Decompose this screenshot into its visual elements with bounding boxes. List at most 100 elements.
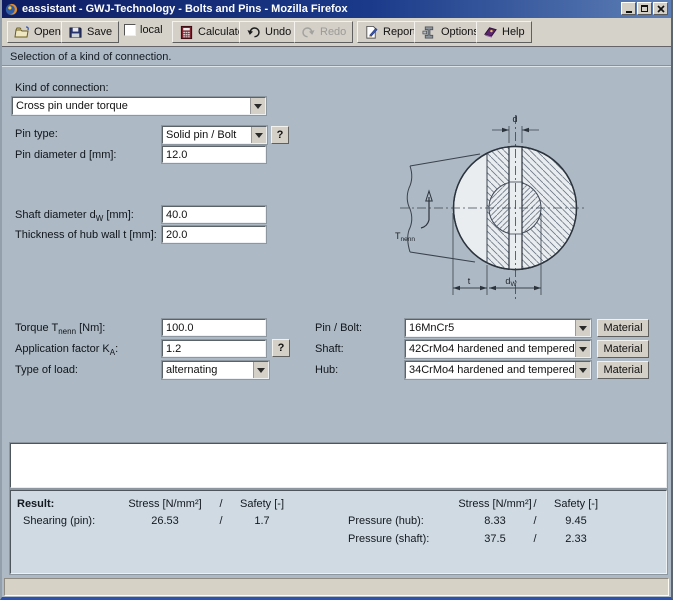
application-factor-label: Application factor KA: bbox=[15, 343, 118, 357]
result-row-label: Shearing (pin): bbox=[23, 515, 95, 527]
redo-label: Redo bbox=[320, 26, 346, 38]
chevron-down-icon[interactable] bbox=[253, 362, 268, 378]
pin-diameter-field[interactable] bbox=[162, 146, 266, 163]
open-button[interactable]: Open bbox=[7, 21, 68, 43]
firefox-logo-icon bbox=[5, 3, 18, 16]
stress-header-right: Stress [N/mm²] bbox=[449, 498, 541, 510]
floppy-disk-icon bbox=[68, 25, 83, 40]
pin-bolt-material-button[interactable]: Material bbox=[597, 319, 649, 337]
minimize-button[interactable] bbox=[621, 2, 636, 15]
hub-material-select[interactable]: 34CrMo4 hardened and tempered bbox=[405, 361, 591, 379]
hub-wall-field[interactable] bbox=[162, 226, 266, 243]
application-factor-help-button[interactable]: ? bbox=[272, 339, 290, 357]
result-row-label: Pressure (shaft): bbox=[348, 533, 429, 545]
message-area[interactable] bbox=[10, 443, 667, 488]
type-of-load-select[interactable]: alternating bbox=[162, 361, 269, 379]
shaft-diameter-label: Shaft diameter dW [mm]: bbox=[15, 209, 134, 223]
pin-type-label: Pin type: bbox=[15, 128, 58, 140]
local-checkbox-row: local bbox=[124, 24, 163, 36]
redo-button[interactable]: Redo bbox=[294, 21, 353, 43]
shaft-material-button[interactable]: Material bbox=[597, 340, 649, 358]
chevron-down-icon[interactable] bbox=[251, 127, 266, 143]
results-panel: Result: Stress [N/mm²] / Safety [-] Stre… bbox=[10, 490, 667, 574]
chevron-down-icon[interactable] bbox=[250, 98, 265, 114]
hub-label: Hub: bbox=[315, 364, 338, 376]
local-checkbox[interactable] bbox=[124, 24, 136, 36]
kind-of-connection-value: Cross pin under torque bbox=[13, 100, 250, 112]
report-label: Report bbox=[383, 26, 416, 38]
shaft-material-select[interactable]: 42CrMo4 hardened and tempered bbox=[405, 340, 591, 358]
close-icon bbox=[657, 5, 665, 13]
application-factor-field[interactable] bbox=[162, 340, 266, 357]
close-button[interactable] bbox=[653, 2, 668, 15]
result-stress-value: 26.53 bbox=[119, 515, 211, 527]
options-label: Options bbox=[441, 26, 479, 38]
undo-label: Undo bbox=[265, 26, 291, 38]
open-folder-icon bbox=[14, 25, 30, 40]
pin-bolt-label: Pin / Bolt: bbox=[315, 322, 362, 334]
shaft-label: Shaft: bbox=[315, 343, 344, 355]
pin-diameter-label: Pin diameter d [mm]: bbox=[15, 149, 116, 161]
pin-type-help-button[interactable]: ? bbox=[271, 126, 289, 144]
result-safety-value: 2.33 bbox=[547, 533, 605, 545]
safety-header-left: Safety [-] bbox=[233, 498, 291, 510]
status-bar bbox=[4, 578, 669, 596]
maximize-button[interactable] bbox=[637, 2, 652, 15]
open-label: Open bbox=[34, 26, 61, 38]
local-checkbox-label: local bbox=[140, 24, 163, 36]
results-title: Result: bbox=[17, 498, 54, 510]
separator: / bbox=[215, 515, 227, 527]
shaft-diameter-field[interactable] bbox=[162, 206, 266, 223]
torque-label: Torque Tnenn [Nm]: bbox=[15, 322, 105, 336]
chevron-down-icon[interactable] bbox=[575, 362, 590, 378]
undo-button[interactable]: Undo bbox=[239, 21, 298, 43]
calculator-icon bbox=[179, 25, 194, 40]
dimension-d-label: d bbox=[512, 114, 517, 124]
pin-bolt-material-select[interactable]: 16MnCr5 bbox=[405, 319, 591, 337]
book-icon bbox=[483, 25, 498, 39]
cross-pin-diagram: d Tnenn t dW bbox=[387, 105, 592, 305]
hub-wall-label: Thickness of hub wall t [mm]: bbox=[15, 229, 157, 241]
window-title: eassistant - GWJ-Technology - Bolts and … bbox=[22, 3, 348, 15]
save-button[interactable]: Save bbox=[61, 21, 119, 43]
result-safety-value: 9.45 bbox=[547, 515, 605, 527]
result-safety-value: 1.7 bbox=[233, 515, 291, 527]
help-button[interactable]: Help bbox=[476, 21, 532, 43]
dimension-dw-label: dW bbox=[505, 276, 517, 288]
hub-material-button[interactable]: Material bbox=[597, 361, 649, 379]
safety-header-right: Safety [-] bbox=[547, 498, 605, 510]
save-label: Save bbox=[87, 26, 112, 38]
minimize-icon bbox=[626, 11, 632, 13]
torque-arrow-tail bbox=[421, 220, 429, 228]
chevron-down-icon[interactable] bbox=[575, 341, 590, 357]
separator: / bbox=[215, 498, 227, 510]
shaft-material-value: 42CrMo4 hardened and tempered bbox=[406, 343, 575, 355]
result-stress-value: 8.33 bbox=[449, 515, 541, 527]
redo-arrow-icon bbox=[301, 26, 316, 39]
silhouette-top-line bbox=[410, 154, 480, 166]
result-stress-value: 37.5 bbox=[449, 533, 541, 545]
stress-header-left: Stress [N/mm²] bbox=[119, 498, 211, 510]
separator: / bbox=[529, 515, 541, 527]
torque-field[interactable] bbox=[162, 319, 266, 336]
kind-of-connection-select[interactable]: Cross pin under torque bbox=[12, 97, 266, 115]
separator: / bbox=[529, 533, 541, 545]
result-row-label: Pressure (hub): bbox=[348, 515, 424, 527]
section-header-text: Selection of a kind of connection. bbox=[10, 51, 171, 63]
kind-of-connection-label: Kind of connection: bbox=[15, 82, 109, 94]
clamp-tool-icon bbox=[421, 25, 437, 40]
pin-type-value: Solid pin / Bolt bbox=[163, 129, 251, 141]
pin-type-select[interactable]: Solid pin / Bolt bbox=[162, 126, 267, 144]
toolbar: Open Save local Calcu bbox=[2, 18, 671, 47]
undo-arrow-icon bbox=[246, 26, 261, 39]
document-pencil-icon bbox=[364, 25, 379, 40]
maximize-icon bbox=[641, 5, 648, 12]
hub-material-value: 34CrMo4 hardened and tempered bbox=[406, 364, 575, 376]
chevron-down-icon[interactable] bbox=[575, 320, 590, 336]
type-of-load-value: alternating bbox=[163, 364, 253, 376]
dimension-t-label: t bbox=[468, 276, 471, 286]
separator: / bbox=[529, 498, 541, 510]
section-header: Selection of a kind of connection. bbox=[2, 48, 671, 66]
calculate-label: Calculate bbox=[198, 26, 244, 38]
type-of-load-label: Type of load: bbox=[15, 364, 78, 376]
